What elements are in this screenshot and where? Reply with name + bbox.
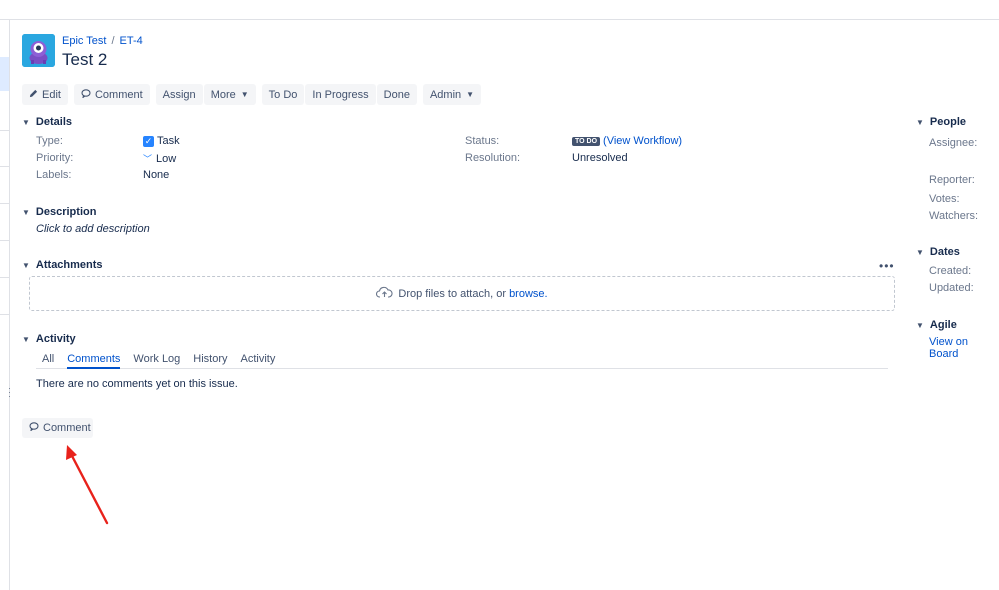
sidebar-divider <box>0 277 9 278</box>
created-label: Created: <box>929 265 972 277</box>
chevron-down-icon: ▼ <box>22 334 30 344</box>
top-bar <box>0 0 999 20</box>
comment-label: Comment <box>94 88 143 101</box>
chevron-down-icon: ▼ <box>240 90 249 99</box>
chevron-down-icon: ▼ <box>22 260 30 270</box>
edit-button[interactable]: Edit <box>22 84 68 105</box>
description-section-toggle[interactable]: ▼ Description <box>22 206 96 218</box>
activity-section-toggle[interactable]: ▼ Activity <box>22 333 76 345</box>
annotation-arrow <box>66 445 109 525</box>
resolution-label: Resolution: <box>465 152 521 164</box>
speech-bubble-icon <box>81 88 91 101</box>
people-section-toggle[interactable]: ▼ People <box>916 116 966 128</box>
admin-label: Admin <box>429 88 462 101</box>
tab-activity[interactable]: Activity <box>241 350 276 369</box>
description-heading: Description <box>35 206 97 218</box>
tab-all[interactable]: All <box>42 350 54 369</box>
dates-heading: Dates <box>929 246 960 258</box>
priority-label: Priority: <box>36 152 74 164</box>
add-comment-button[interactable]: Comment <box>22 418 93 438</box>
priority-value[interactable]: ﹀ Low <box>143 152 176 165</box>
resolution-value: Unresolved <box>572 152 628 164</box>
breadcrumb: Epic Test / ET-4 <box>62 35 143 47</box>
more-label: More <box>210 88 236 101</box>
issue-title[interactable]: Test 2 <box>62 50 107 70</box>
in-progress-button[interactable]: In Progress <box>305 84 376 105</box>
sidebar-divider <box>0 240 9 241</box>
type-value[interactable]: ✓ Task <box>143 135 180 147</box>
project-avatar <box>22 34 55 67</box>
sidebar-divider <box>0 166 9 167</box>
priority-text: Low <box>156 152 177 165</box>
tab-history[interactable]: History <box>193 350 227 369</box>
details-section-toggle[interactable]: ▼ Details <box>22 116 72 128</box>
tab-work-log[interactable]: Work Log <box>133 350 180 369</box>
type-text: Task <box>157 135 180 147</box>
dropzone-text: Drop files to attach, or <box>398 287 506 300</box>
no-comments-message: There are no comments yet on this issue. <box>36 378 238 390</box>
breadcrumb-project-link[interactable]: Epic Test <box>62 35 106 47</box>
votes-label: Votes: <box>929 193 960 205</box>
assign-button[interactable]: Assign <box>155 84 203 105</box>
task-type-icon: ✓ <box>143 135 154 147</box>
sidebar-divider <box>0 203 9 204</box>
agile-section-toggle[interactable]: ▼ Agile <box>916 319 957 331</box>
breadcrumb-issue-link[interactable]: ET-4 <box>120 35 143 47</box>
pencil-icon <box>29 89 38 101</box>
add-comment-label: Comment <box>43 422 91 434</box>
attachments-heading: Attachments <box>35 259 103 271</box>
attachment-dropzone[interactable]: Drop files to attach, or browse. <box>29 276 895 311</box>
more-button[interactable]: More ▼ <box>203 84 256 105</box>
type-label: Type: <box>36 135 63 147</box>
updated-label: Updated: <box>929 282 974 294</box>
comment-button[interactable]: Comment <box>73 84 150 105</box>
status-value: TO DO (View Workflow) <box>572 135 682 147</box>
tab-comments[interactable]: Comments <box>67 350 121 369</box>
details-heading: Details <box>35 116 72 128</box>
activity-tabs: All Comments Work Log History Activity <box>36 350 888 369</box>
speech-bubble-icon <box>29 422 39 434</box>
chevron-down-icon: ▼ <box>916 320 924 330</box>
resize-handle-icon[interactable]: · · · <box>8 384 12 401</box>
people-heading: People <box>929 116 966 128</box>
dates-section-toggle[interactable]: ▼ Dates <box>916 246 960 258</box>
todo-button[interactable]: To Do <box>261 84 305 105</box>
activity-heading: Activity <box>35 333 76 345</box>
attachments-section-toggle[interactable]: ▼ Attachments <box>22 259 103 271</box>
sidebar-active-item[interactable] <box>0 57 9 91</box>
chevron-down-icon: ▼ <box>916 247 924 257</box>
cloud-upload-icon <box>376 286 393 301</box>
description-placeholder[interactable]: Click to add description <box>36 223 150 235</box>
labels-label: Labels: <box>36 169 72 181</box>
left-sidebar: · · · <box>0 20 12 590</box>
status-label: Status: <box>465 135 500 147</box>
done-button[interactable]: Done <box>376 84 417 105</box>
low-priority-icon: ﹀ <box>143 154 153 164</box>
chevron-down-icon: ▼ <box>466 90 475 99</box>
agile-heading: Agile <box>929 319 957 331</box>
edit-label: Edit <box>42 88 61 101</box>
labels-value[interactable]: None <box>143 169 169 181</box>
sidebar-divider <box>0 314 9 315</box>
chevron-down-icon: ▼ <box>22 207 30 217</box>
status-lozenge[interactable]: TO DO <box>572 136 601 146</box>
assignee-label: Assignee: <box>929 137 978 149</box>
admin-button[interactable]: Admin ▼ <box>422 84 482 105</box>
view-workflow-link[interactable]: (View Workflow) <box>603 135 682 147</box>
chevron-down-icon: ▼ <box>22 117 30 127</box>
chevron-down-icon: ▼ <box>916 117 924 127</box>
browse-link[interactable]: browse. <box>509 288 548 300</box>
breadcrumb-separator: / <box>111 35 115 47</box>
attachments-more-icon[interactable]: ••• <box>879 259 895 273</box>
issue-toolbar: Edit Comment Assign More ▼ To Do In Progr… <box>22 84 487 105</box>
watchers-label: Watchers: <box>929 210 979 222</box>
reporter-label: Reporter: <box>929 174 975 186</box>
view-on-board-link[interactable]: View on Board <box>929 336 999 360</box>
sidebar-divider <box>0 130 9 131</box>
